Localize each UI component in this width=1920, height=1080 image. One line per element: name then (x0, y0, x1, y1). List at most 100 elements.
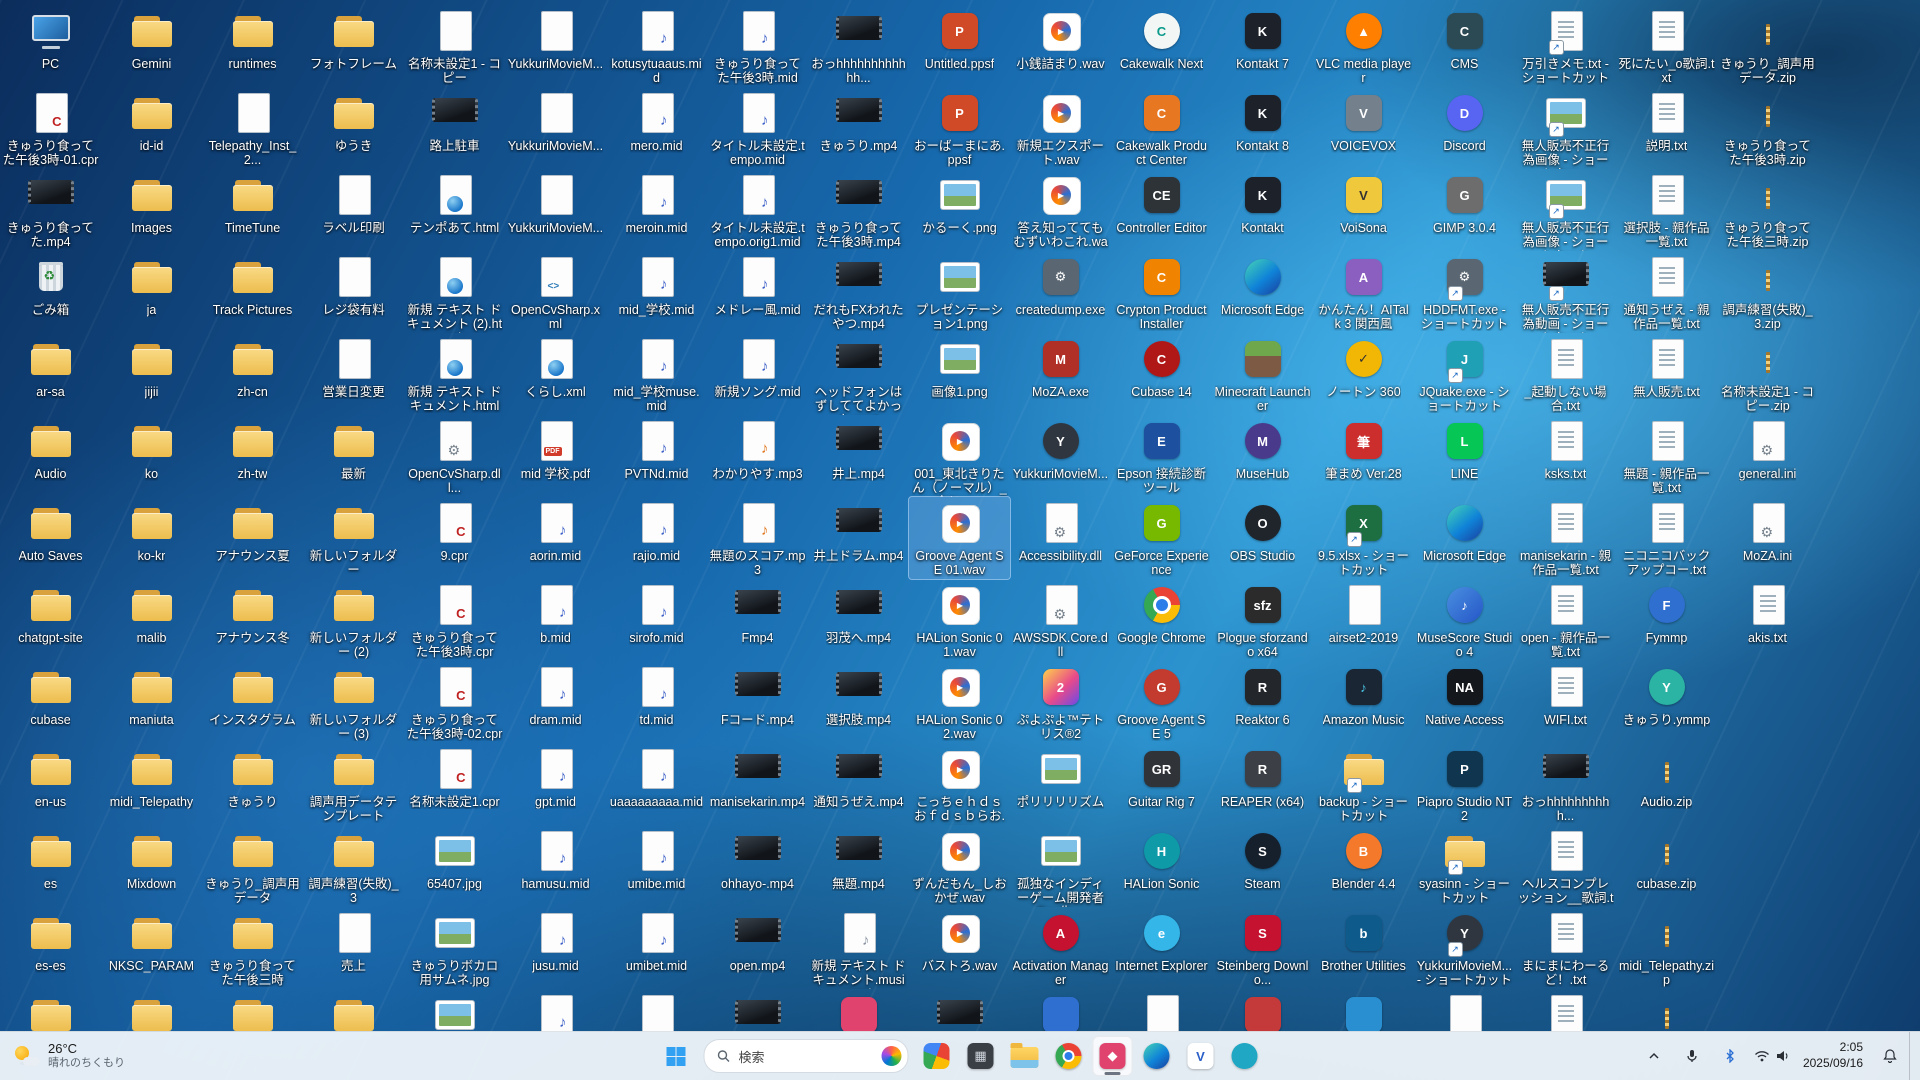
desktop-icon[interactable]: PVTNd.mid (606, 415, 707, 497)
desktop-icon[interactable]: rajio.mid (606, 497, 707, 579)
desktop-icon[interactable]: おっhhhhhhhhhhhh... (808, 5, 909, 87)
desktop-icon[interactable]: J↗JQuake.exe - ショートカット (1414, 333, 1515, 415)
desktop-icon[interactable]: YukkuriMovieM... (505, 87, 606, 169)
desktop-icon[interactable]: 9.cpr (404, 497, 505, 579)
desktop-icon[interactable]: kotusytuaaus.mid (606, 5, 707, 87)
desktop-icon[interactable]: 新規 テキスト ドキュメント (2).html (404, 251, 505, 333)
desktop-icon[interactable]: 画像1.png (909, 333, 1010, 415)
desktop-icon[interactable] (1313, 989, 1414, 1032)
desktop-icon[interactable]: タイトル未設定.tempo.orig1.mid (707, 169, 808, 251)
desktop-icon[interactable]: Images (101, 169, 202, 251)
desktop-icon[interactable]: OpenCvSharp.xml (505, 251, 606, 333)
desktop-icon[interactable]: NKSC_PARAM (101, 907, 202, 989)
desktop-icon[interactable]: 筆筆まめ Ver.28 (1313, 415, 1414, 497)
desktop-icon[interactable]: 新規エクスポート.wav (1010, 87, 1111, 169)
desktop-icon[interactable]: zh-cn (202, 333, 303, 415)
desktop-icon[interactable]: Gemini (101, 5, 202, 87)
desktop-icon[interactable]: レジ袋有料 (303, 251, 404, 333)
desktop-icon[interactable]: 65407.jpg (404, 825, 505, 907)
desktop-icon[interactable]: BBlender 4.4 (1313, 825, 1414, 907)
desktop-icon[interactable]: きゅうり_調声用データ.zip (1717, 5, 1818, 87)
desktop-icon[interactable]: 選択肢 - 親作品一覧.txt (1616, 169, 1717, 251)
notification-bell-button[interactable] (1871, 1036, 1909, 1076)
desktop-icon[interactable]: sirofo.mid (606, 579, 707, 661)
desktop-icon[interactable] (1616, 989, 1717, 1032)
desktop-icon[interactable]: LLINE (1414, 415, 1515, 497)
desktop-icon[interactable]: CEController Editor (1111, 169, 1212, 251)
desktop-icon[interactable]: Mixdown (101, 825, 202, 907)
desktop-icon[interactable]: 売上 (303, 907, 404, 989)
desktop-icon[interactable]: きゅうり_調声用データ (202, 825, 303, 907)
taskbar-app-pink-media-app[interactable]: ◆ (1093, 1036, 1133, 1076)
desktop-icon[interactable]: Minecraft Launcher (1212, 333, 1313, 415)
desktop-icon[interactable]: フォトフレーム (303, 5, 404, 87)
desktop-icon[interactable]: open - 親作品一覧.txt (1515, 579, 1616, 661)
desktop-icon[interactable]: きゅうり食ってた午後三時 (202, 907, 303, 989)
desktop-icon[interactable]: GRGuitar Rig 7 (1111, 743, 1212, 825)
desktop-icon[interactable]: CCakewalk Product Center (1111, 87, 1212, 169)
desktop-icon[interactable]: dram.mid (505, 661, 606, 743)
desktop-icon[interactable]: わかりやす.mp3 (707, 415, 808, 497)
desktop-icon[interactable]: VVoiSona (1313, 169, 1414, 251)
desktop-icon[interactable]: hamusu.mid (505, 825, 606, 907)
desktop-icon[interactable]: ラベル印刷 (303, 169, 404, 251)
desktop-icon[interactable]: cubase (0, 661, 101, 743)
desktop-icon[interactable]: uaaaaaaaaa.mid (606, 743, 707, 825)
tray-overflow-chevron-button[interactable] (1635, 1036, 1673, 1076)
desktop-icon[interactable]: 通知うぜえ.mp4 (808, 743, 909, 825)
desktop-icon[interactable]: 路上駐車 (404, 87, 505, 169)
desktop-icon[interactable]: VVOICEVOX (1313, 87, 1414, 169)
desktop-icon[interactable]: HALion Sonic 01.wav (909, 579, 1010, 661)
desktop-icon[interactable]: mid_学校muse.mid (606, 333, 707, 415)
desktop-icon[interactable]: Microsoft Edge (1212, 251, 1313, 333)
desktop-icon[interactable]: メドレー風.mid (707, 251, 808, 333)
desktop-icon[interactable]: jijii (101, 333, 202, 415)
desktop-icon[interactable]: Accessibility.dll (1010, 497, 1111, 579)
desktop-icon[interactable]: 営業日変更 (303, 333, 404, 415)
desktop-icon[interactable]: ↗無人販売不正行為画像 - ショートカッ... (1515, 87, 1616, 169)
desktop-icon[interactable]: おっhhhhhhhhhh... (1515, 743, 1616, 825)
desktop-icon[interactable]: runtimes (202, 5, 303, 87)
desktop-icon[interactable]: ↗無人販売不正行為動画 - ショートカット (1515, 251, 1616, 333)
desktop-icon[interactable]: KKontakt (1212, 169, 1313, 251)
desktop-icon[interactable]: SSteinberg Downlo... (1212, 907, 1313, 989)
desktop-icon[interactable]: ▲VLC media player (1313, 5, 1414, 87)
desktop-icon[interactable]: Pおーばーまにあ.ppsf (909, 87, 1010, 169)
desktop-icon[interactable]: 死にたい_o歌詞.txt (1616, 5, 1717, 87)
desktop-icon[interactable]: ksks.txt (1515, 415, 1616, 497)
desktop-icon[interactable]: 2ぷよぷよ™テトリス®2 (1010, 661, 1111, 743)
desktop-icon[interactable]: Aかんたん！AITalk 3 関西風 (1313, 251, 1414, 333)
taskbar-app-file-explorer[interactable] (1005, 1036, 1045, 1076)
desktop-icon[interactable]: AActivation Manager (1010, 907, 1111, 989)
desktop-icon[interactable] (1212, 989, 1313, 1032)
desktop-icon[interactable]: プレゼンテーション1.png (909, 251, 1010, 333)
desktop-icon[interactable] (707, 989, 808, 1032)
desktop-icon[interactable]: ar-sa (0, 333, 101, 415)
desktop-icon[interactable]: es-es (0, 907, 101, 989)
desktop-icon[interactable]: 羽茂へ.mp4 (808, 579, 909, 661)
desktop-icon[interactable] (303, 989, 404, 1032)
desktop-icon[interactable]: aorin.mid (505, 497, 606, 579)
desktop-icon[interactable]: ⚙↗HDDFMT.exe - ショートカット (1414, 251, 1515, 333)
desktop-icon[interactable]: en-us (0, 743, 101, 825)
desktop-icon[interactable]: 説明.txt (1616, 87, 1717, 169)
desktop-icon[interactable]: 無題.mp4 (808, 825, 909, 907)
desktop-icon[interactable]: Audio.zip (1616, 743, 1717, 825)
desktop-icon[interactable]: HHALion Sonic (1111, 825, 1212, 907)
desktop-icon[interactable]: 井上.mp4 (808, 415, 909, 497)
desktop-icon[interactable]: 001_東北きりたん（ノーマル）_今じゃ... (909, 415, 1010, 497)
desktop-icon[interactable]: 無題 - 親作品一覧.txt (1616, 415, 1717, 497)
desktop-icon[interactable]: YukkuriMovieM... (505, 169, 606, 251)
desktop-icon[interactable]: cubase.zip (1616, 825, 1717, 907)
desktop-icon[interactable]: td.mid (606, 661, 707, 743)
desktop-icon[interactable]: open.mp4 (707, 907, 808, 989)
desktop-icon[interactable]: アナウンス冬 (202, 579, 303, 661)
desktop-icon[interactable]: PPiapro Studio NT2 (1414, 743, 1515, 825)
desktop-icon[interactable]: 最新 (303, 415, 404, 497)
desktop-icon[interactable]: sfzPlogue sforzando x64 (1212, 579, 1313, 661)
desktop-icon[interactable]: TimeTune (202, 169, 303, 251)
taskbar-app-teal-circle-app[interactable] (1225, 1036, 1265, 1076)
desktop-icon[interactable]: ✓ノートン 360 (1313, 333, 1414, 415)
desktop-icon[interactable]: zh-tw (202, 415, 303, 497)
desktop-icon[interactable]: テンポあて.html (404, 169, 505, 251)
